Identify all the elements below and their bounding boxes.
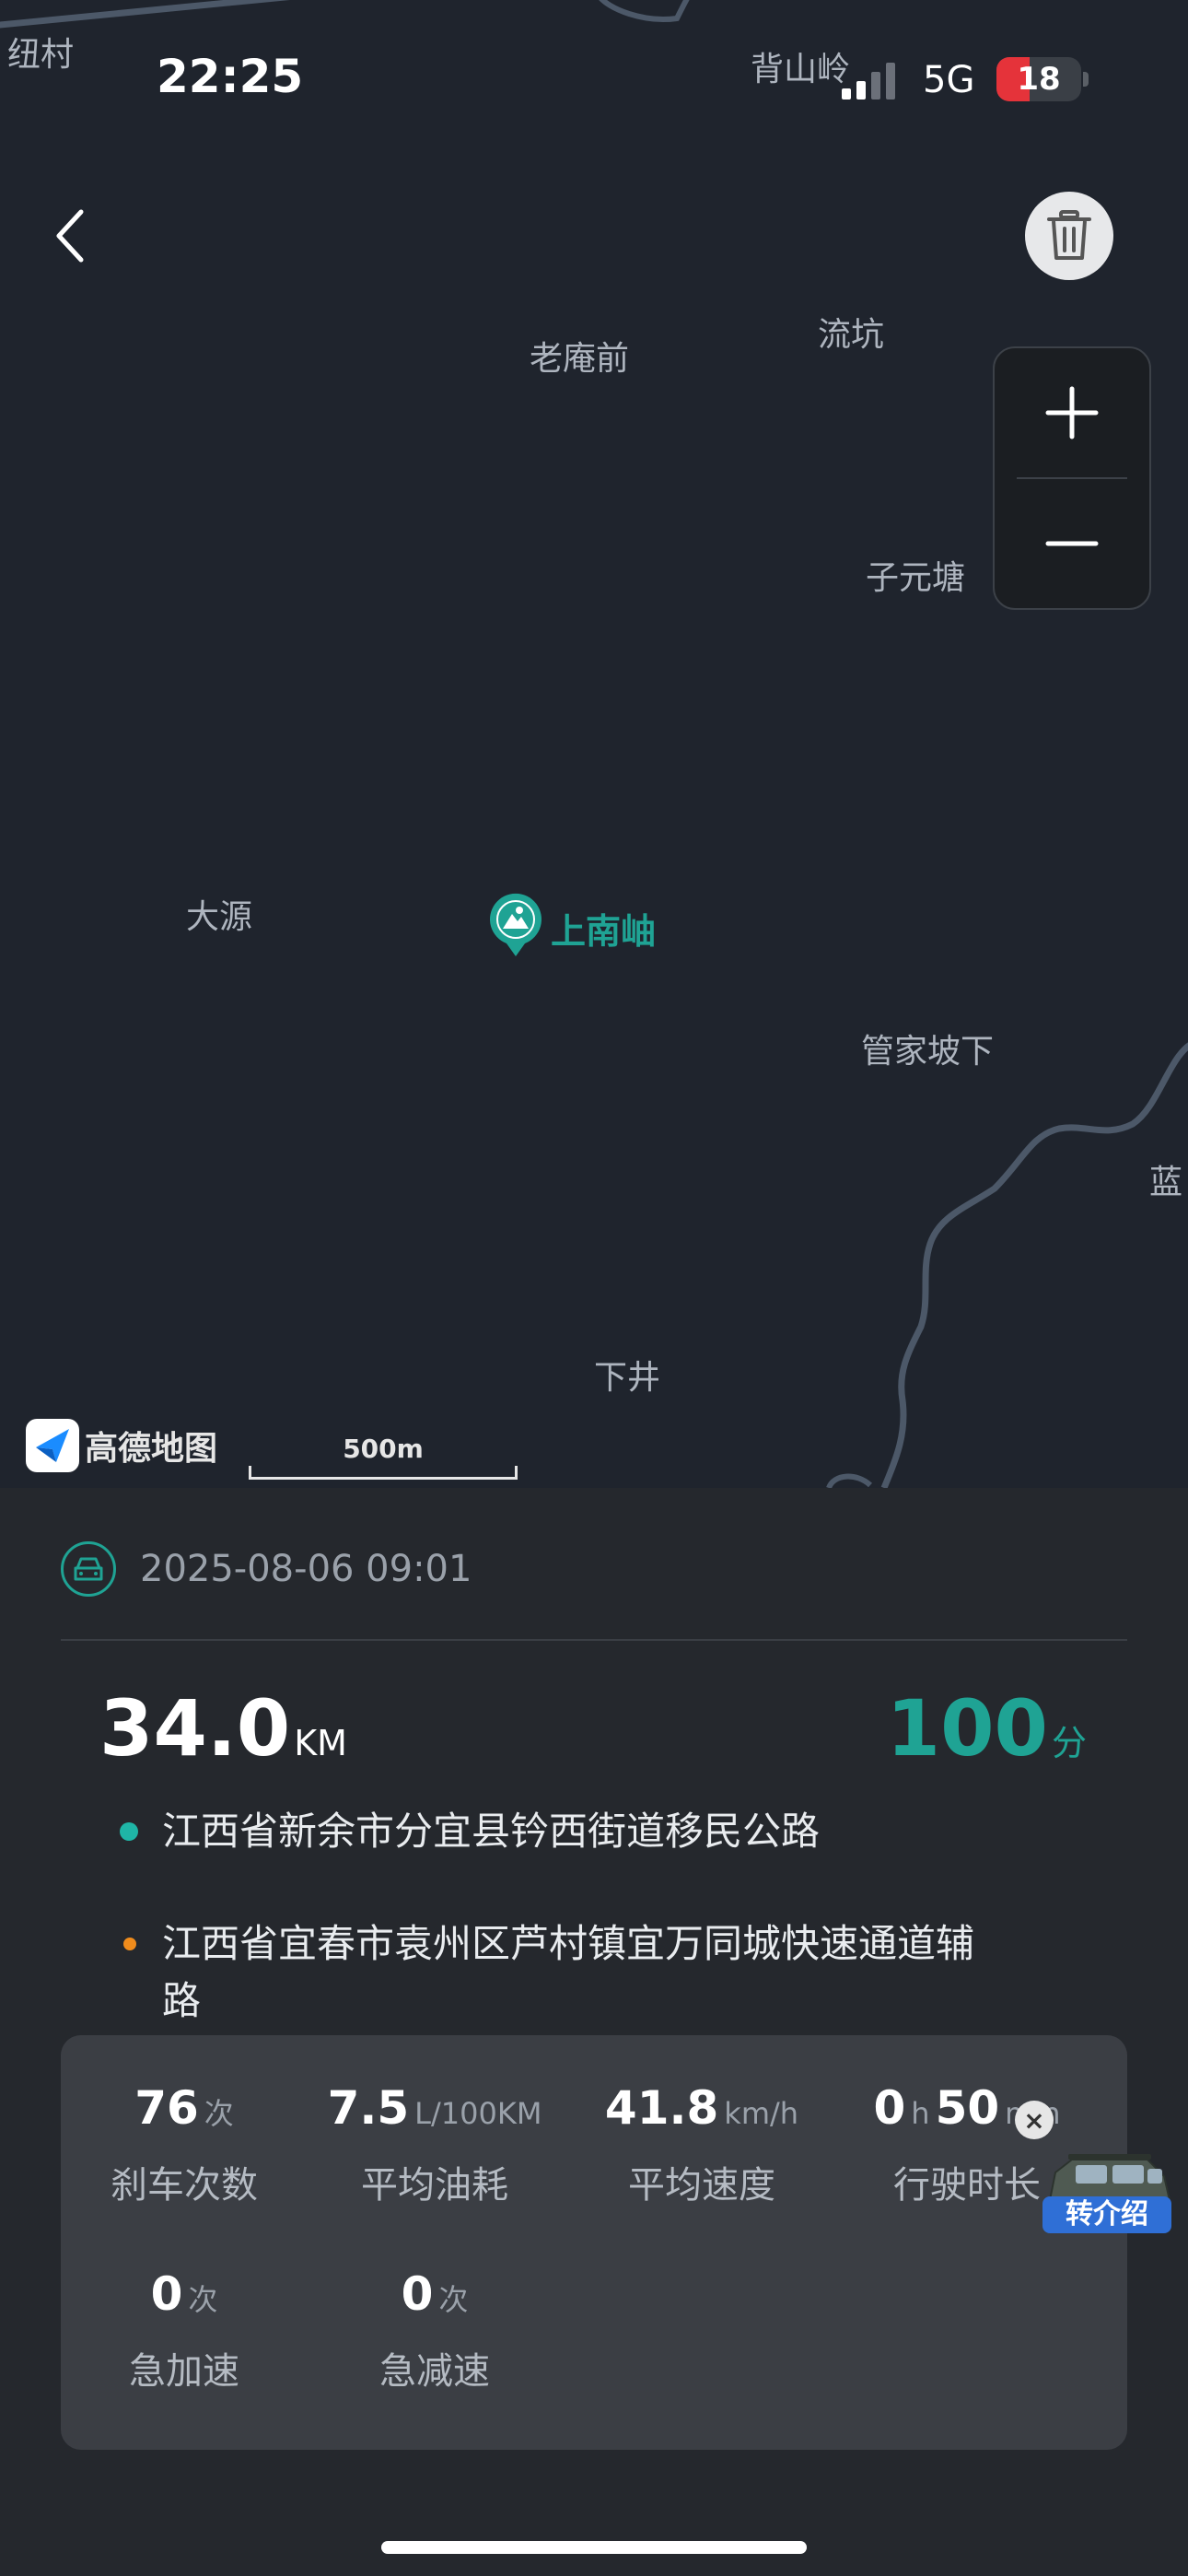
map-scale: 500m	[249, 1434, 518, 1480]
divider	[61, 1639, 1127, 1641]
stat-value: 76	[134, 2081, 199, 2135]
distance-unit: KM	[294, 1723, 347, 1763]
place-label: 子元塘	[866, 559, 966, 597]
home-indicator[interactable]	[381, 2541, 807, 2554]
zoom-out-button[interactable]	[995, 479, 1149, 608]
stat-unit: 次	[188, 2282, 218, 2317]
stat-label: 平均速度	[628, 2164, 775, 2207]
battery-tip	[1083, 72, 1089, 87]
place-label: 纽村	[7, 36, 75, 74]
stat-label: 急减速	[379, 2350, 490, 2393]
place-label: 流坑	[818, 316, 885, 354]
stat-label: 急加速	[129, 2350, 239, 2393]
place-label: 老庵前	[530, 340, 630, 378]
map-view[interactable]: 纽村 背山岭 老庵前 流坑 子元塘 大源 管家坡下 蓝 下井 22:25 5G …	[0, 0, 1188, 1488]
trip-distance: 34.0 KM	[99, 1683, 347, 1774]
battery-icon: 18	[996, 57, 1081, 101]
stat-value: 0	[873, 2081, 906, 2135]
scale-bar	[249, 1466, 518, 1480]
stat-avg-speed: 41.8 km/h 平均速度	[573, 2081, 831, 2208]
scenic-pin-icon[interactable]	[488, 892, 543, 958]
ad-close-button[interactable]: ×	[1015, 2101, 1054, 2139]
stat-value: 41.8	[604, 2081, 719, 2135]
network-type: 5G	[923, 59, 975, 101]
end-dot-icon	[123, 1938, 136, 1950]
stat-rapid-accel: 0次 急加速	[55, 2267, 313, 2395]
place-label: 背山岭	[751, 51, 851, 88]
zoom-control	[993, 346, 1151, 610]
stat-value: 7.5	[327, 2081, 410, 2135]
place-label: 大源	[186, 898, 253, 936]
trash-icon	[1047, 210, 1091, 260]
trip-score: 100 分	[887, 1683, 1087, 1774]
amap-logo: 高德地图	[26, 1419, 217, 1472]
stat-value-2: 50	[935, 2081, 1000, 2135]
trip-detail-panel: 2025-08-06 09:01 34.0 KM 100 分 江西省新余市分宜县钤西…	[0, 1488, 1188, 2576]
stat-fuel: 7.5 L/100KM 平均油耗	[306, 2081, 564, 2208]
place-label: 下井	[594, 1359, 661, 1397]
stat-label: 平均油耗	[361, 2164, 508, 2207]
signal-icon	[842, 63, 895, 100]
place-label: 蓝	[1149, 1164, 1183, 1201]
place-label: 管家坡下	[861, 1033, 995, 1071]
car-icon	[61, 1541, 116, 1597]
chevron-left-icon	[56, 209, 84, 263]
battery-level: 18	[1017, 61, 1061, 98]
plus-icon	[1045, 386, 1099, 439]
amap-arrow-icon	[26, 1419, 79, 1472]
stat-unit: km/h	[724, 2096, 799, 2131]
stat-unit: 次	[438, 2282, 469, 2317]
ad-referral-button[interactable]: 转介绍	[1042, 2196, 1171, 2233]
score-unit: 分	[1051, 1723, 1087, 1763]
trip-stats-card: 76 次 刹车次数 7.5 L/100KM 平均油耗 41.8 km/h 平均速度 0…	[61, 2035, 1127, 2450]
scale-label: 500m	[343, 1434, 424, 1464]
poi-label[interactable]: 上南岫	[551, 903, 656, 954]
map-roads	[0, 0, 1188, 1488]
delete-button[interactable]	[1025, 192, 1113, 280]
back-button[interactable]	[44, 203, 103, 269]
stat-unit: L/100KM	[414, 2096, 542, 2131]
end-address-line1: 江西省宜春市袁州区芦村镇宜万同城快速通道辅	[162, 1921, 975, 1966]
distance-value: 34.0	[99, 1683, 291, 1774]
stat-unit: 次	[204, 2096, 234, 2131]
trip-datetime: 2025-08-06 09:01	[140, 1548, 472, 1590]
stat-value: 0	[150, 2267, 183, 2321]
start-dot-icon	[120, 1822, 138, 1841]
start-address: 江西省新余市分宜县钤西街道移民公路	[162, 1809, 821, 1854]
stat-brake-count: 76 次 刹车次数	[55, 2081, 313, 2208]
zoom-in-button[interactable]	[995, 348, 1149, 477]
trip-header: 2025-08-06 09:01	[61, 1541, 472, 1597]
end-address-line2: 路	[162, 1978, 202, 2023]
stat-rapid-decel: 0次 急减速	[306, 2267, 564, 2395]
stat-label: 刹车次数	[111, 2164, 258, 2207]
amap-text: 高德地图	[85, 1430, 218, 1468]
minus-icon	[1045, 541, 1099, 546]
status-time: 22:25	[157, 50, 304, 103]
score-value: 100	[886, 1683, 1048, 1774]
stat-unit: h	[911, 2096, 930, 2131]
stat-value: 0	[401, 2267, 434, 2321]
